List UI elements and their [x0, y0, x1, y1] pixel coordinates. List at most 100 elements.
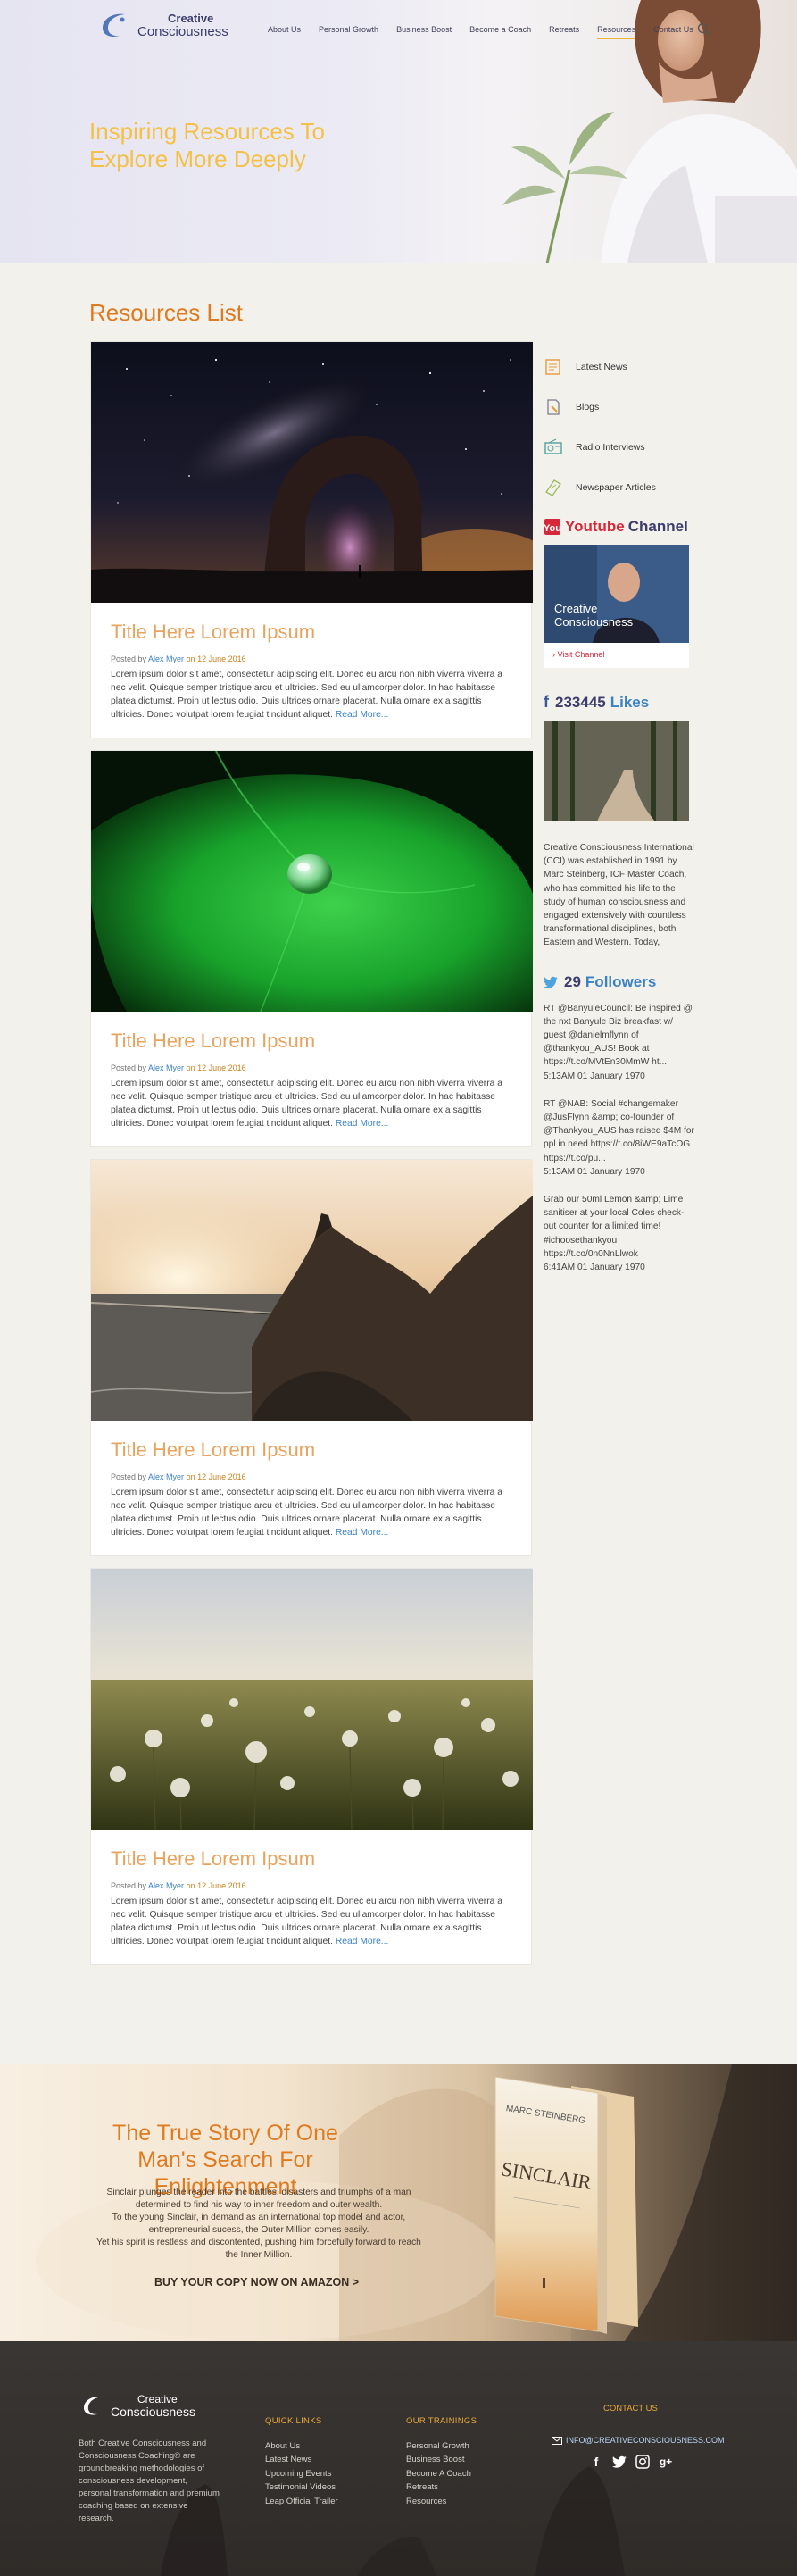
category-blogs[interactable]: Blogs	[544, 387, 704, 427]
hero-title: Inspiring Resources To Explore More Deep…	[89, 118, 325, 173]
footer-link-leap-trailer[interactable]: Leap Official Trailer	[265, 2495, 338, 2509]
post-date: 12 June 2016	[197, 654, 246, 663]
footer-contact-title: CONTACT US	[603, 2404, 658, 2413]
footer-link-latest-news[interactable]: Latest News	[265, 2453, 338, 2467]
facebook-icon[interactable]: f	[589, 2455, 603, 2469]
book-description: Sinclair plunges the reader into the bat…	[96, 2188, 421, 2260]
tweet-time: 6:41AM 01 January 1970	[544, 1263, 645, 1273]
post-meta: Posted by Alex Myer on 12 June 2016	[111, 654, 246, 663]
read-more-link[interactable]: Read More...	[336, 710, 389, 720]
post-title[interactable]: Title Here Lorem Ipsum	[111, 1438, 511, 1462]
post-title[interactable]: Title Here Lorem Ipsum	[111, 1847, 511, 1871]
visit-channel-link[interactable]: › Visit Channel	[544, 643, 689, 668]
tweet-item: RT @BanyuleCouncil: Be inspired @ the nx…	[544, 1002, 695, 1083]
nav-retreats[interactable]: Retreats	[540, 25, 588, 34]
facebook-icon[interactable]: f	[544, 693, 549, 712]
nav-business-boost[interactable]: Business Boost	[387, 25, 461, 34]
category-latest-news[interactable]: Latest News	[544, 346, 704, 387]
read-more-link[interactable]: Read More...	[336, 1937, 389, 1947]
post-card: Title Here Lorem Ipsum Posted by Alex My…	[90, 1568, 533, 1965]
hero-title-line2: Explore More Deeply	[89, 146, 306, 172]
logo-swirl-icon	[83, 2396, 103, 2415]
footer-link-resources[interactable]: Resources	[406, 2495, 477, 2509]
post-image-dandelions[interactable]	[91, 1569, 533, 1830]
post-image-leaf[interactable]	[91, 751, 533, 1012]
post-excerpt: Lorem ipsum dolor sit amet, consectetur …	[111, 670, 502, 720]
logo-swirl-icon	[102, 13, 125, 37]
youtube-icon: You	[544, 519, 561, 535]
post-title[interactable]: Title Here Lorem Ipsum	[111, 1030, 511, 1053]
footer-email-link[interactable]: INFO@CREATIVECONSCIOUSNESS.COM	[552, 2436, 725, 2445]
section-title: Resources List	[89, 299, 243, 326]
post-excerpt: Lorem ipsum dolor sit amet, consectetur …	[111, 1488, 502, 1538]
nav-resources[interactable]: Resources	[588, 25, 644, 39]
footer-quick-links: QUICK LINKS About Us Latest News Upcomin…	[265, 2414, 338, 2508]
facebook-about-text: Creative Consciousness International (CC…	[544, 843, 694, 948]
footer-logo[interactable]: Creative Consciousness	[80, 2393, 195, 2418]
sidebar: Latest News Blogs Radio Interviews Newsp…	[544, 346, 704, 1274]
footer-about-text: Both Creative Consciousness and Consciou…	[79, 2438, 220, 2523]
post-author-link[interactable]: Alex Myer	[148, 654, 184, 663]
post-meta: Posted by Alex Myer on 12 June 2016	[111, 1881, 246, 1890]
blog-icon	[547, 398, 560, 415]
google-plus-icon[interactable]: g+	[659, 2455, 673, 2469]
twitter-icon[interactable]	[612, 2455, 627, 2469]
category-radio-interviews[interactable]: Radio Interviews	[544, 427, 704, 467]
post-meta: Posted by Alex Myer on 12 June 2016	[111, 1063, 246, 1072]
footer-link-business-boost[interactable]: Business Boost	[406, 2453, 477, 2467]
top-navigation: Creative Consciousness About Us Personal…	[0, 0, 797, 59]
tweet-time: 5:13AM 01 January 1970	[544, 1166, 645, 1177]
posts-list: Title Here Lorem Ipsum Posted by Alex My…	[90, 341, 533, 1977]
buy-on-amazon-link[interactable]: BUY YOUR COPY NOW ON AMAZON >	[154, 2276, 359, 2288]
post-excerpt: Lorem ipsum dolor sit amet, consectetur …	[111, 1897, 502, 1947]
facebook-forest-image[interactable]	[544, 721, 689, 821]
youtube-widget: Creative Consciousness › Visit Channel	[544, 545, 689, 668]
youtube-thumbnail[interactable]: Creative Consciousness	[544, 545, 689, 643]
twitter-heading: 29 Followers	[544, 973, 704, 991]
site-logo[interactable]: Creative Consciousness	[98, 11, 228, 39]
nav-become-a-coach[interactable]: Become a Coach	[461, 25, 540, 34]
post-card: Title Here Lorem Ipsum Posted by Alex My…	[90, 750, 533, 1147]
logo-line2: Consciousness	[137, 24, 228, 39]
post-date: 12 June 2016	[197, 1472, 246, 1481]
post-excerpt: Lorem ipsum dolor sit amet, consectetur …	[111, 1079, 502, 1129]
post-author-link[interactable]: Alex Myer	[148, 1472, 184, 1481]
hero-title-line1: Inspiring Resources To	[89, 118, 325, 145]
nav-about-us[interactable]: About Us	[259, 25, 310, 34]
post-title[interactable]: Title Here Lorem Ipsum	[111, 621, 511, 644]
post-card: Title Here Lorem Ipsum Posted by Alex My…	[90, 1159, 533, 1556]
youtube-heading: You Youtube Channel	[544, 518, 688, 535]
post-card: Title Here Lorem Ipsum Posted by Alex My…	[90, 341, 533, 738]
footer-link-testimonial-videos[interactable]: Testimonial Videos	[265, 2480, 338, 2495]
footer-link-personal-growth[interactable]: Personal Growth	[406, 2439, 477, 2454]
post-author-link[interactable]: Alex Myer	[148, 1063, 184, 1072]
tweet-time: 5:13AM 01 January 1970	[544, 1071, 645, 1081]
search-icon[interactable]	[697, 22, 711, 37]
post-meta: Posted by Alex Myer on 12 June 2016	[111, 1472, 246, 1481]
footer-link-become-a-coach[interactable]: Become A Coach	[406, 2467, 477, 2481]
post-date: 12 June 2016	[197, 1881, 246, 1890]
logo-line1: Creative	[168, 12, 214, 25]
read-more-link[interactable]: Read More...	[336, 1528, 389, 1538]
envelope-icon	[552, 2436, 562, 2445]
read-more-link[interactable]: Read More...	[336, 1119, 389, 1129]
footer-link-upcoming-events[interactable]: Upcoming Events	[265, 2467, 338, 2481]
category-newspaper-articles[interactable]: Newspaper Articles	[544, 467, 704, 507]
footer-social-links: f g+	[589, 2455, 673, 2469]
twitter-icon[interactable]	[544, 976, 558, 988]
book-cover-image[interactable]: MARC STEINBERG SINCLAIR	[486, 2077, 665, 2336]
tweet-item: RT @NAB: Social #changemaker @JusFlynn &…	[544, 1097, 695, 1179]
tweet-item: Grab our 50ml Lemon &amp; Lime sanitiser…	[544, 1193, 695, 1274]
footer-trainings: OUR TRAININGS Personal Growth Business B…	[406, 2414, 477, 2508]
post-image-coast[interactable]	[91, 1160, 533, 1421]
news-icon	[545, 358, 560, 375]
post-image-night-sky[interactable]	[91, 342, 533, 603]
svg-text:You: You	[544, 523, 561, 534]
nav-contact-us[interactable]: Contact Us	[644, 25, 702, 34]
footer-link-retreats[interactable]: Retreats	[406, 2480, 477, 2495]
footer-link-about-us[interactable]: About Us	[265, 2439, 338, 2454]
nav-personal-growth[interactable]: Personal Growth	[310, 25, 387, 34]
hero-banner: Creative Consciousness About Us Personal…	[0, 0, 797, 263]
post-author-link[interactable]: Alex Myer	[148, 1881, 184, 1890]
instagram-icon[interactable]	[635, 2455, 650, 2469]
